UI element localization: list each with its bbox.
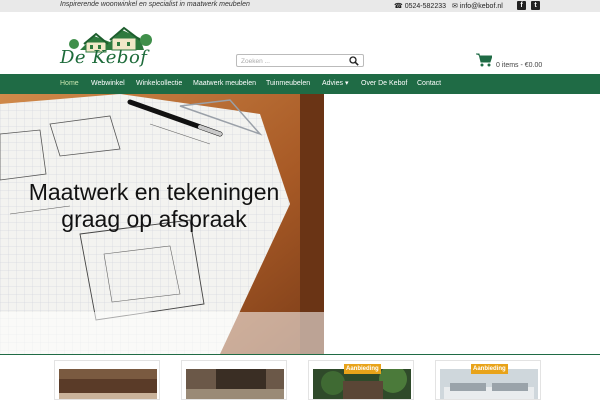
hero-line-1: Maatwerk en tekeningen — [28, 179, 280, 205]
nav-webwinkel[interactable]: Webwinkel — [91, 74, 125, 94]
mail-icon: ✉ — [452, 3, 458, 10]
product-image-1 — [59, 369, 157, 399]
hero-line-2: graag op afspraak — [61, 206, 247, 232]
nav-over-de-kebof[interactable]: Over De Kebof — [361, 74, 407, 94]
hero-bottom-overlay — [0, 312, 324, 354]
nav-winkelcollectie[interactable]: Winkelcollectie — [136, 74, 182, 94]
hero-heading: Maatwerk en tekeningen graag op afspraak — [4, 179, 304, 233]
phone-icon: ☎ — [394, 3, 403, 10]
product-card-1[interactable] — [54, 360, 160, 400]
product-image-2 — [186, 369, 284, 399]
nav-contact[interactable]: Contact — [417, 74, 441, 94]
nav-tuinmeubelen[interactable]: Tuinmeubelen — [266, 74, 310, 94]
phone-link[interactable]: ☎ 0524-582233 — [394, 0, 446, 12]
search-box — [236, 54, 364, 67]
product-card-2[interactable] — [181, 360, 287, 400]
nav-maatwerk-meubelen[interactable]: Maatwerk meubelen — [193, 74, 256, 94]
email-address: info@kebof.nl — [459, 2, 503, 10]
nav-advies-dropdown[interactable]: Advies ▾ — [322, 74, 348, 94]
section-divider — [0, 354, 600, 355]
nav-home[interactable]: Home — [60, 74, 79, 94]
facebook-icon[interactable]: f — [517, 1, 526, 10]
sale-badge-4: Aanbieding — [471, 364, 508, 374]
cart-summary[interactable]: 0 items - €0.00 — [496, 62, 542, 69]
main-nav: Home Webwinkel Winkelcollectie Maatwerk … — [0, 74, 600, 94]
search-icon[interactable] — [349, 56, 359, 66]
search-input[interactable] — [241, 56, 341, 66]
cart-icon[interactable] — [476, 53, 492, 67]
sale-badge-3: Aanbieding — [344, 364, 381, 374]
hero-side-panel — [324, 94, 600, 354]
logo-text[interactable]: De Kebof — [60, 47, 156, 68]
email-link[interactable]: ✉ info@kebof.nl — [452, 0, 503, 12]
phone-number: 0524-582233 — [404, 2, 446, 10]
tagline: Inspirerende woonwinkel en specialist in… — [60, 1, 250, 8]
twitter-icon[interactable]: t — [531, 1, 540, 10]
